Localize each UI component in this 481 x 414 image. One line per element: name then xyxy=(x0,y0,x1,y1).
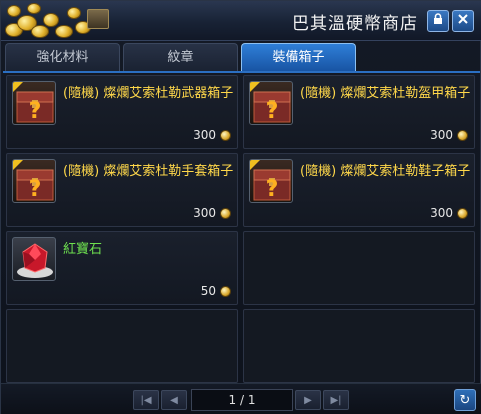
pagination-bar: |◀ ◀ 1 / 1 ▶ ▶| ↻ xyxy=(1,383,481,414)
mystery-chest-icon: ? xyxy=(12,159,56,203)
tab-emblems[interactable]: 紋章 xyxy=(123,43,238,71)
window-title: 巴其溫硬幣商店 xyxy=(292,14,418,34)
mystery-chest-icon: ? xyxy=(12,81,56,125)
tab-enhance-materials[interactable]: 強化材料 xyxy=(5,43,120,71)
coin-icon xyxy=(220,285,231,297)
price-value: 50 xyxy=(200,284,216,298)
coin-shop-window: 巴其溫硬幣商店 強化材料 紋章 裝備箱子 ? (隨機) 燦爛艾索杜勒武器箱子 3… xyxy=(0,0,481,414)
shop-item[interactable]: ? (隨機) 燦爛艾索杜勒鞋子箱子 300 xyxy=(243,153,475,227)
price-value: 300 xyxy=(193,128,216,142)
item-name: 紅寶石 xyxy=(63,242,103,257)
prev-page-button[interactable]: ◀ xyxy=(161,390,187,410)
shop-item[interactable]: 紅寶石 50 xyxy=(6,231,238,305)
empty-slot xyxy=(6,309,238,383)
mystery-chest-icon: ? xyxy=(249,159,293,203)
next-page-icon: ▶ xyxy=(304,394,312,406)
last-page-button[interactable]: ▶| xyxy=(323,390,349,410)
shop-item[interactable]: ? (隨機) 燦爛艾索杜勒武器箱子 300 xyxy=(6,75,238,149)
svg-text:?: ? xyxy=(266,99,279,124)
shop-item[interactable]: ? (隨機) 燦爛艾索杜勒盔甲箱子 300 xyxy=(243,75,475,149)
close-icon xyxy=(457,13,469,29)
first-page-button[interactable]: |◀ xyxy=(133,390,159,410)
price-value: 300 xyxy=(430,206,453,220)
item-name: (隨機) 燦爛艾索杜勒盔甲箱子 xyxy=(300,86,471,101)
tab-underline xyxy=(3,71,480,73)
item-price: 300 xyxy=(193,206,231,220)
empty-slot xyxy=(243,309,475,383)
lock-button[interactable] xyxy=(427,10,449,32)
coin-pile-icon xyxy=(1,1,113,41)
price-value: 300 xyxy=(193,206,216,220)
item-price: 300 xyxy=(430,128,468,142)
coin-icon xyxy=(220,129,231,141)
next-page-button[interactable]: ▶ xyxy=(295,390,321,410)
prev-page-icon: ◀ xyxy=(170,394,178,406)
first-page-icon: |◀ xyxy=(140,394,152,406)
lock-icon xyxy=(432,13,444,29)
page-indicator: 1 / 1 xyxy=(191,389,293,411)
last-page-icon: ▶| xyxy=(330,394,342,406)
tab-equipment-boxes[interactable]: 裝備箱子 xyxy=(241,43,356,71)
svg-text:?: ? xyxy=(29,177,42,202)
svg-text:?: ? xyxy=(266,177,279,202)
item-name: (隨機) 燦爛艾索杜勒鞋子箱子 xyxy=(300,164,471,179)
item-price: 300 xyxy=(430,206,468,220)
tab-bar: 強化材料 紋章 裝備箱子 xyxy=(5,43,477,71)
ruby-gem-icon xyxy=(12,237,56,281)
title-bar[interactable]: 巴其溫硬幣商店 xyxy=(1,1,481,41)
svg-text:?: ? xyxy=(29,99,42,124)
mystery-chest-icon: ? xyxy=(249,81,293,125)
item-name: (隨機) 燦爛艾索杜勒手套箱子 xyxy=(63,164,234,179)
coin-icon xyxy=(457,129,468,141)
coin-icon xyxy=(220,207,231,219)
item-price: 50 xyxy=(201,284,231,298)
refresh-button[interactable]: ↻ xyxy=(454,389,476,411)
coin-icon xyxy=(457,207,468,219)
refresh-icon: ↻ xyxy=(459,392,471,408)
item-price: 300 xyxy=(193,128,231,142)
close-button[interactable] xyxy=(452,10,474,32)
item-name: (隨機) 燦爛艾索杜勒武器箱子 xyxy=(63,86,234,101)
shop-item[interactable]: ? (隨機) 燦爛艾索杜勒手套箱子 300 xyxy=(6,153,238,227)
price-value: 300 xyxy=(430,128,453,142)
empty-slot xyxy=(243,231,475,305)
